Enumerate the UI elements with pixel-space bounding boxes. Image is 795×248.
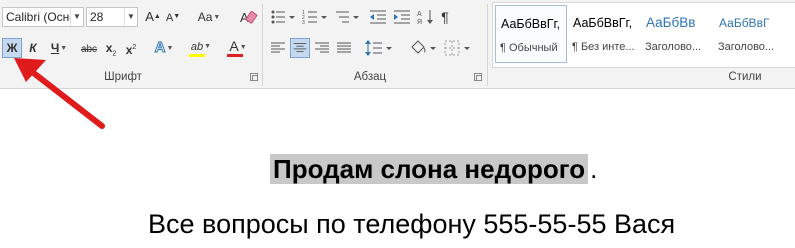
annotation-arrow-icon <box>14 58 105 129</box>
